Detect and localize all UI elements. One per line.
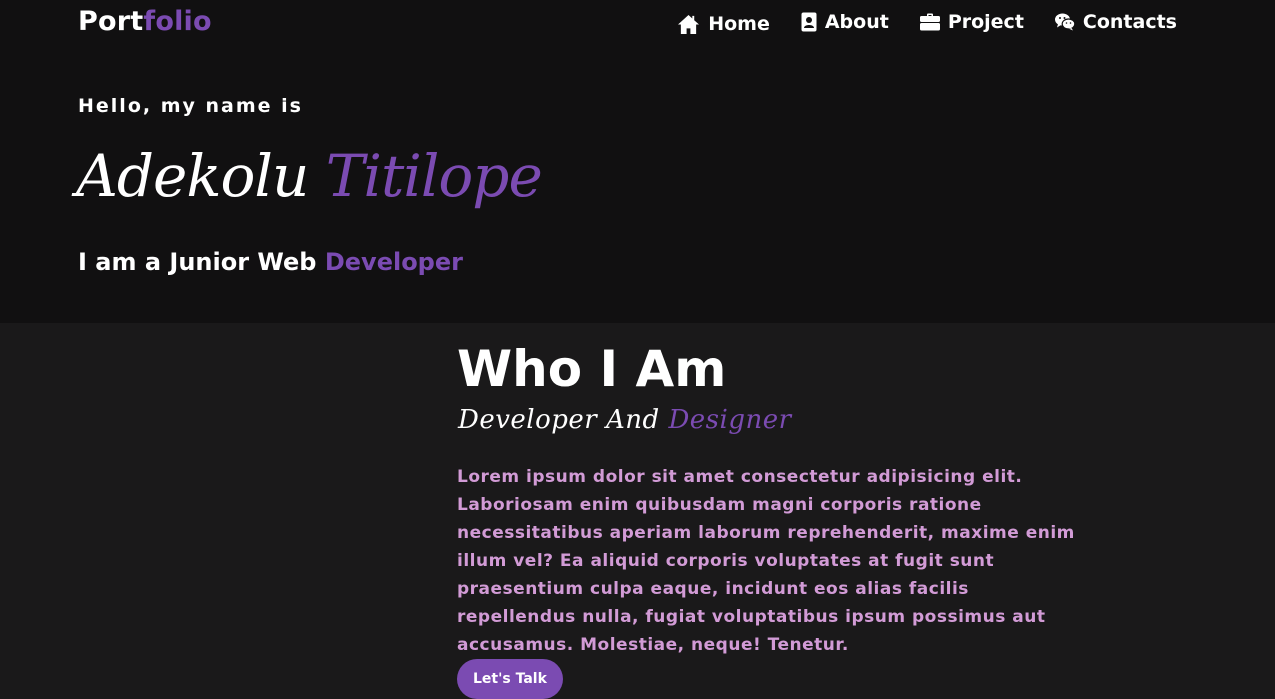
nav-item-label: About <box>824 11 889 33</box>
brand-part-port: Port <box>78 6 144 37</box>
hero-role: I am a Junior Web Developer <box>78 248 463 276</box>
wechat-icon <box>1054 13 1075 31</box>
hero-section: Portfolio Home About Project Contacts He… <box>0 0 1275 323</box>
home-icon <box>677 14 700 35</box>
about-section: Who I Am Developer And Designer Lorem ip… <box>0 323 1275 699</box>
hero-first-name: Adekolu <box>76 142 309 210</box>
nav-item-contacts[interactable]: Contacts <box>1054 11 1177 33</box>
briefcase-icon <box>919 13 940 31</box>
brand-part-folio: folio <box>143 6 212 37</box>
brand-logo[interactable]: Portfolio <box>78 6 212 37</box>
about-subtitle-accent: Designer <box>668 405 792 435</box>
nav-item-label: Project <box>947 11 1024 33</box>
about-subtitle: Developer And Designer <box>458 405 792 435</box>
contact-card-icon <box>801 12 817 32</box>
hero-role-accent: Developer <box>324 248 463 276</box>
nav-item-about[interactable]: About <box>801 11 889 33</box>
nav-item-project[interactable]: Project <box>919 11 1024 33</box>
hero-name: Adekolu Titilope <box>76 142 543 210</box>
about-subtitle-prefix: Developer And <box>458 405 660 435</box>
nav-item-label: Home <box>708 13 770 35</box>
main-nav: Home About Project Contacts <box>677 9 1177 35</box>
about-title: Who I Am <box>457 340 727 398</box>
lets-talk-button[interactable]: Let's Talk <box>457 659 563 699</box>
hero-greeting: Hello, my name is <box>78 95 303 117</box>
nav-item-home[interactable]: Home <box>677 13 770 35</box>
hero-last-name: Titilope <box>325 142 543 210</box>
nav-item-label: Contacts <box>1082 11 1177 33</box>
hero-role-prefix: I am a Junior Web <box>78 248 317 276</box>
about-paragraph: Lorem ipsum dolor sit amet consectetur a… <box>457 467 1075 655</box>
